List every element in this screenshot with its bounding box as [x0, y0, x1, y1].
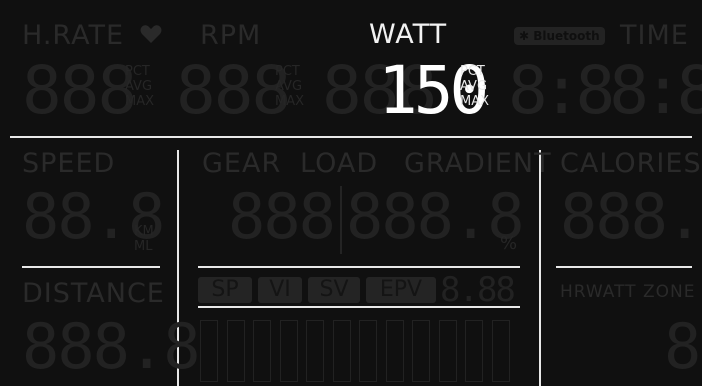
- distance-digits: 888.8: [22, 310, 201, 383]
- gradient-digits: 888.8: [346, 180, 525, 253]
- gear-label: GEAR: [202, 148, 282, 179]
- mode-vi-indicator: VI: [258, 277, 302, 303]
- mode-digits: 8.88: [440, 270, 516, 310]
- heart-icon: [140, 25, 162, 43]
- matrix-cell: [465, 320, 483, 382]
- bluetooth-label: Bluetooth: [533, 29, 600, 43]
- mode-sv-indicator: SV: [308, 277, 360, 303]
- matrix-cell: [253, 320, 271, 382]
- right-column-divider: [539, 150, 541, 386]
- time-digits: 8:88:88: [508, 52, 702, 129]
- matrix-cell: [306, 320, 324, 382]
- center-divider-upper: [198, 266, 520, 268]
- speed-units: KM ML: [134, 224, 154, 254]
- calories-digits: 888.8: [560, 180, 702, 253]
- gear-digits: 888: [228, 180, 336, 253]
- speed-label: SPEED: [22, 148, 116, 179]
- matrix-cell: [332, 320, 351, 382]
- hrate-stat-units: PCT AVG MAX: [125, 64, 155, 109]
- center-divider-lower: [198, 306, 520, 308]
- hrate-digits: 888: [22, 52, 137, 129]
- watt-label: WATT: [369, 19, 448, 50]
- gradient-label: GRADIENT: [404, 148, 552, 179]
- matrix-cell: [385, 320, 404, 382]
- matrix-cell: [491, 320, 510, 382]
- load-label: LOAD: [300, 148, 379, 179]
- matrix-cell: [226, 320, 245, 382]
- calories-label: CALORIES: [560, 148, 702, 179]
- distance-label: DISTANCE: [22, 278, 165, 309]
- matrix-cell: [200, 320, 218, 382]
- matrix-cell: [279, 320, 298, 382]
- left-divider: [22, 266, 160, 268]
- bike-console-display: H.RATE RPM WATT ✱ Bluetooth TIME 888 PCT…: [0, 0, 702, 386]
- matrix-cell: [359, 320, 377, 382]
- top-divider: [10, 136, 692, 138]
- matrix-cell: [438, 320, 457, 382]
- mode-epv-indicator: EPV: [366, 277, 436, 303]
- hrate-label: H.RATE: [22, 20, 125, 51]
- percent-unit: %: [500, 233, 518, 254]
- watt-stat-units: PCT AVG MAX: [460, 64, 490, 109]
- hr-zone-digit: 8: [664, 310, 701, 383]
- right-divider: [556, 266, 692, 268]
- gear-load-separator: [340, 186, 342, 254]
- matrix-cell: [412, 320, 430, 382]
- mode-sp-indicator: SP: [198, 277, 252, 303]
- time-label: TIME: [620, 20, 689, 51]
- rpm-stat-units: PCT AVG MAX: [275, 64, 305, 109]
- bluetooth-badge: ✱ Bluetooth: [514, 27, 605, 45]
- hr-zone-label: HRWATT ZONE: [560, 282, 696, 302]
- rpm-label: RPM: [200, 20, 262, 51]
- rpm-digits: 888: [176, 52, 291, 129]
